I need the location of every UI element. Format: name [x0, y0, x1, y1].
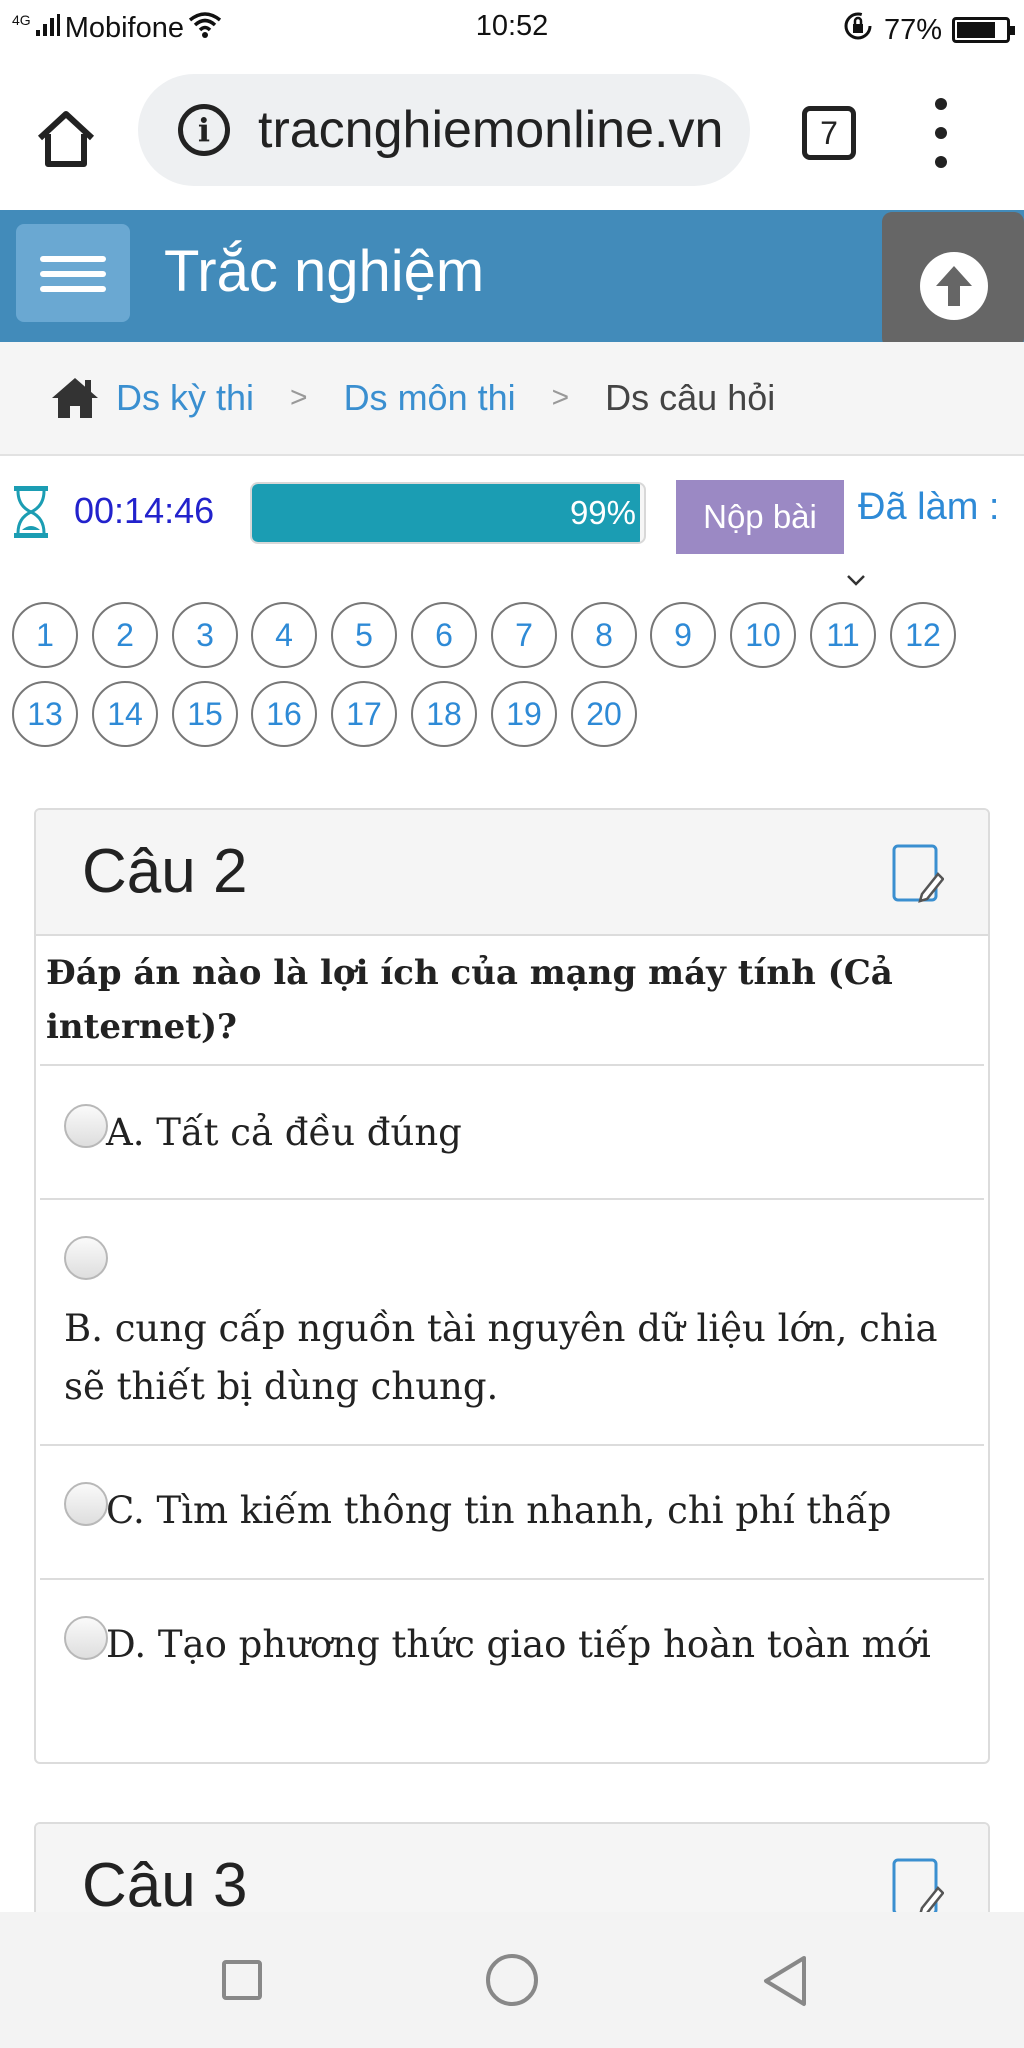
quiz-status-row: 00:14:46 99% Nộp bài Đã làm :: [0, 470, 1024, 560]
question-number-1[interactable]: 1: [12, 602, 78, 668]
app-title: Trắc nghiệm: [164, 239, 485, 304]
progress-bar: 99%: [250, 482, 646, 544]
tab-switcher-button[interactable]: 7: [802, 106, 856, 160]
system-nav-bar: [0, 1912, 1024, 2048]
address-bar[interactable]: i tracnghiemonline.vn: [138, 74, 750, 186]
question-number-13[interactable]: 13: [12, 681, 78, 747]
question-number-9[interactable]: 9: [650, 602, 716, 668]
info-icon[interactable]: i: [178, 104, 230, 156]
battery-percent: 77%: [883, 13, 942, 46]
question-title: Câu 3: [82, 1851, 248, 1920]
question-text: Đáp án nào là lợi ích của mạng máy tính …: [40, 936, 984, 1066]
option-a-label: A. Tất cả đều đúng: [106, 1111, 462, 1154]
url-text[interactable]: tracnghiemonline.vn: [258, 74, 726, 186]
more-vert-icon[interactable]: [922, 98, 962, 168]
question-number-20[interactable]: 20: [571, 681, 637, 747]
option-a[interactable]: A. Tất cả đều đúng: [40, 1066, 984, 1200]
question-number-12[interactable]: 12: [890, 602, 956, 668]
question-number-3[interactable]: 3: [172, 602, 238, 668]
question-number-19[interactable]: 19: [491, 681, 557, 747]
question-number-5[interactable]: 5: [331, 602, 397, 668]
note-edit-icon[interactable]: [892, 1858, 945, 1918]
arrow-up-icon: [920, 252, 988, 320]
question-number-7[interactable]: 7: [491, 602, 557, 668]
question-number-17[interactable]: 17: [331, 681, 397, 747]
question-card: Câu 2 Đáp án nào là lợi ích của mạng máy…: [34, 808, 990, 1764]
rotation-lock-icon: [842, 10, 874, 50]
question-number-11[interactable]: 11: [810, 602, 876, 668]
option-b-label: B. cung cấp nguồn tài nguyên dữ liệu lớn…: [64, 1307, 938, 1408]
breadcrumb-questions: Ds câu hỏi: [605, 377, 776, 418]
status-bar: 4G Mobifone 10:52 77%: [0, 0, 1024, 54]
breadcrumb-subjects[interactable]: Ds môn thi: [344, 377, 516, 419]
radio-option-d[interactable]: [64, 1616, 108, 1660]
browser-toolbar: i tracnghiemonline.vn 7: [0, 54, 1024, 210]
screen: 4G Mobifone 10:52 77% i tracnghiemonline…: [0, 0, 1024, 2048]
question-number-2[interactable]: 2: [92, 602, 158, 668]
nav-back-icon[interactable]: [760, 1954, 810, 2008]
breadcrumb-separator: >: [551, 381, 570, 414]
battery-icon: [952, 17, 1015, 43]
hourglass-icon: [12, 484, 50, 540]
home-icon[interactable]: [30, 102, 102, 174]
card-header: Câu 2: [36, 810, 988, 936]
note-edit-icon[interactable]: [892, 844, 945, 904]
option-c-label: C. Tìm kiếm thông tin nhanh, chi phí thấ…: [106, 1489, 892, 1532]
breadcrumb: Ds kỳ thi > Ds môn thi > Ds câu hỏi: [0, 342, 1024, 456]
question-number-6[interactable]: 6: [411, 602, 477, 668]
submit-button[interactable]: Nộp bài: [676, 480, 844, 554]
answered-label: Đã làm :: [858, 486, 1000, 528]
house-icon[interactable]: [50, 376, 100, 420]
countdown-timer: 00:14:46: [74, 490, 215, 531]
radio-option-c[interactable]: [64, 1482, 108, 1526]
radio-option-a[interactable]: [64, 1104, 108, 1148]
question-number-14[interactable]: 14: [92, 681, 158, 747]
hamburger-icon[interactable]: [16, 224, 130, 322]
chevron-down-icon[interactable]: [844, 568, 868, 592]
progress-label: 99%: [569, 494, 636, 531]
scroll-top-button[interactable]: [882, 212, 1024, 348]
nav-home-icon[interactable]: [486, 1954, 538, 2006]
url-value: tracnghiemonline.vn: [258, 101, 724, 159]
question-number-4[interactable]: 4: [251, 602, 317, 668]
breadcrumb-separator: >: [290, 381, 308, 414]
app-header: Trắc nghiệm: [0, 210, 1024, 348]
option-d[interactable]: D. Tạo phương thức giao tiếp hoàn toàn m…: [40, 1580, 984, 1720]
question-number-15[interactable]: 15: [172, 681, 238, 747]
nav-recents-icon[interactable]: [222, 1960, 262, 2000]
question-number-8[interactable]: 8: [571, 602, 637, 668]
option-c[interactable]: C. Tìm kiếm thông tin nhanh, chi phí thấ…: [40, 1446, 984, 1580]
question-number-10[interactable]: 10: [730, 602, 796, 668]
option-d-label: D. Tạo phương thức giao tiếp hoàn toàn m…: [106, 1623, 931, 1666]
status-right: 77%: [842, 10, 1015, 50]
question-number-16[interactable]: 16: [251, 681, 317, 747]
radio-option-b[interactable]: [64, 1236, 108, 1280]
question-title: Câu 2: [82, 837, 248, 906]
option-b[interactable]: B. cung cấp nguồn tài nguyên dữ liệu lớn…: [40, 1200, 984, 1446]
breadcrumb-exams[interactable]: Ds kỳ thi: [116, 377, 254, 419]
question-number-18[interactable]: 18: [411, 681, 477, 747]
